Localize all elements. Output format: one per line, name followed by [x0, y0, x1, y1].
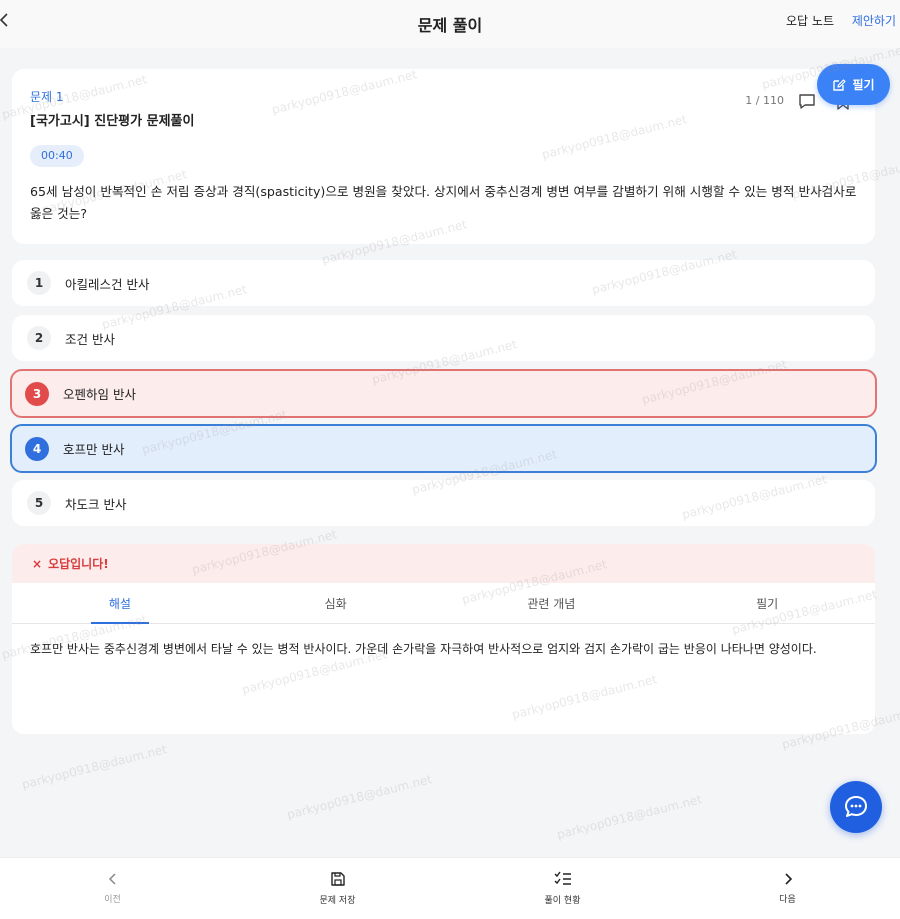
result-banner: × 오답입니다!: [12, 544, 875, 583]
option-text: 호프만 반사: [63, 442, 125, 457]
answer-option-5[interactable]: 5 차도크 반사: [12, 480, 875, 526]
option-text: 오펜하임 반사: [63, 387, 136, 402]
option-number: 3: [25, 381, 49, 406]
answer-option-1[interactable]: 1 아킬레스건 반사: [12, 260, 875, 306]
suggest-button[interactable]: 제안하기: [852, 12, 896, 29]
chevron-right-icon: [784, 873, 792, 885]
checklist-icon: [554, 871, 571, 885]
result-message: 오답입니다!: [48, 557, 109, 571]
save-question-label: 문제 저장: [319, 896, 356, 906]
tab-related-concepts[interactable]: 관련 개념: [444, 583, 660, 623]
result-card: × 오답입니다! 해설 심화 관련 개념 필기 호프만 반사는 중추신경계 병변…: [12, 544, 875, 734]
edit-note-icon: [833, 78, 847, 91]
question-set-title: [국가고시] 진단평가 문제풀이: [30, 114, 195, 129]
back-button[interactable]: [0, 8, 14, 32]
tab-notes[interactable]: 필기: [659, 583, 875, 623]
question-progress: 1 / 110: [745, 94, 784, 107]
question-card: 문제 1 [국가고시] 진단평가 문제풀이 1 / 110 00:40 65세 …: [12, 69, 875, 244]
option-number: 2: [27, 326, 51, 350]
question-text: 65세 남성이 반복적인 손 저림 증상과 경직(spasticity)으로 병…: [30, 184, 857, 221]
explanation-tabs: 해설 심화 관련 개념 필기: [12, 583, 875, 624]
answer-option-4-correct[interactable]: 4 호프만 반사: [10, 424, 877, 473]
solve-status-label: 풀이 현황: [544, 896, 581, 906]
option-text: 조건 반사: [65, 331, 115, 347]
watermark: parkyop0918@daum.net: [285, 772, 434, 822]
option-text: 아킬레스건 반사: [65, 276, 150, 292]
answer-option-2[interactable]: 2 조건 반사: [12, 315, 875, 361]
explanation-text: 호프만 반사는 중추신경계 병변에서 타날 수 있는 병적 반사이다. 가운데 …: [30, 642, 817, 656]
tab-advanced[interactable]: 심화: [228, 583, 444, 623]
chat-fab-button[interactable]: [830, 781, 882, 833]
watermark: parkyop0918@daum.net: [555, 792, 704, 842]
solve-status-button[interactable]: 풀이 현황: [450, 858, 675, 919]
prev-button[interactable]: 이전: [0, 858, 225, 919]
page-title: 문제 풀이: [417, 16, 483, 35]
question-number: 문제 1: [30, 90, 64, 104]
chevron-left-icon: [0, 13, 8, 27]
option-number: 1: [27, 271, 51, 295]
next-button[interactable]: 다음: [675, 858, 900, 919]
option-number: 4: [25, 436, 49, 461]
wrong-note-button[interactable]: 오답 노트: [786, 12, 834, 29]
option-number: 5: [27, 491, 51, 515]
prev-label: 이전: [104, 895, 121, 905]
note-fab-label: 필기: [852, 78, 875, 92]
save-question-button[interactable]: 문제 저장: [225, 858, 450, 919]
option-text: 차도크 반사: [65, 496, 127, 512]
chat-bubble-icon: [845, 796, 867, 817]
answer-option-3-selected-wrong[interactable]: 3 오펜하임 반사: [10, 369, 877, 418]
watermark: parkyop0918@daum.net: [20, 742, 169, 792]
note-fab-button[interactable]: 필기: [817, 64, 890, 105]
wrong-mark-icon: ×: [32, 556, 43, 571]
chevron-left-icon: [108, 873, 116, 885]
comment-icon[interactable]: [797, 91, 817, 115]
timer-badge: 00:40: [30, 145, 84, 167]
save-icon: [330, 872, 345, 886]
bottom-navigation: 이전 문제 저장 풀이 현황 다음: [0, 857, 900, 919]
tab-explanation[interactable]: 해설: [12, 583, 228, 624]
top-app-bar: 문제 풀이 오답 노트 제안하기: [0, 0, 900, 48]
next-label: 다음: [779, 895, 796, 905]
